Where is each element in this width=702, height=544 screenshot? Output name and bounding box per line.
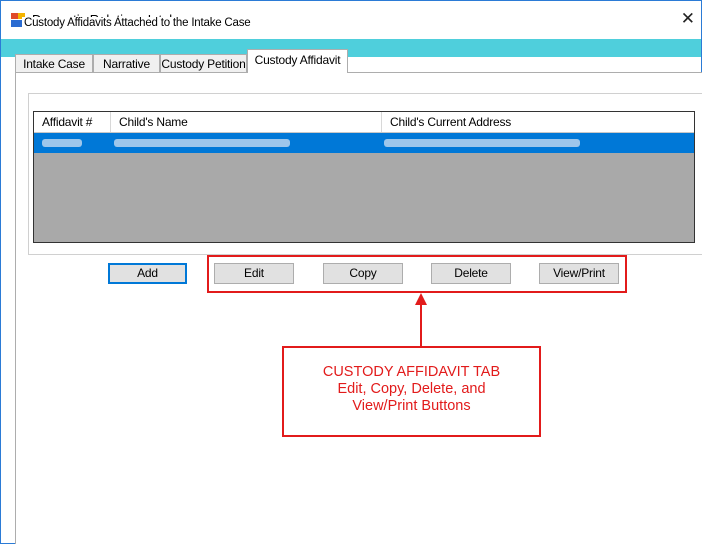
redacted-affidavit-number — [42, 139, 82, 147]
column-header-child-address[interactable]: Child's Current Address — [382, 112, 694, 132]
up-arrow-icon — [415, 293, 427, 351]
main-window: Domestic Relations Intake ✕ Intake Case … — [0, 0, 702, 544]
affidavits-grid[interactable]: Affidavit # Child's Name Child's Current… — [33, 111, 695, 243]
redacted-child-name — [114, 139, 290, 147]
callout-line-1: CUSTODY AFFIDAVIT TAB — [322, 364, 501, 380]
annotation-highlight-box — [207, 255, 627, 293]
column-header-child-name[interactable]: Child's Name — [111, 112, 382, 132]
tab-narrative[interactable]: Narrative — [93, 54, 160, 72]
callout-line-2: Edit, Copy, Delete, and — [337, 381, 486, 397]
redacted-child-address — [384, 139, 580, 147]
tab-intake-case[interactable]: Intake Case — [15, 54, 93, 72]
annotation-callout: CUSTODY AFFIDAVIT TAB Edit, Copy, Delete… — [282, 346, 541, 437]
callout-line-3: View/Print Buttons — [352, 398, 471, 414]
grid-header: Affidavit # Child's Name Child's Current… — [34, 112, 694, 133]
groupbox-legend: Custody Affidavits Attached to the Intak… — [22, 17, 253, 29]
tab-custody-affidavit[interactable]: Custody Affidavit — [247, 49, 348, 73]
table-row-selected[interactable] — [34, 133, 694, 153]
add-button[interactable]: Add — [108, 263, 187, 284]
close-icon[interactable]: ✕ — [681, 9, 695, 29]
column-header-affidavit[interactable]: Affidavit # — [34, 112, 111, 132]
tab-custody-petition[interactable]: Custody Petition — [160, 54, 247, 72]
